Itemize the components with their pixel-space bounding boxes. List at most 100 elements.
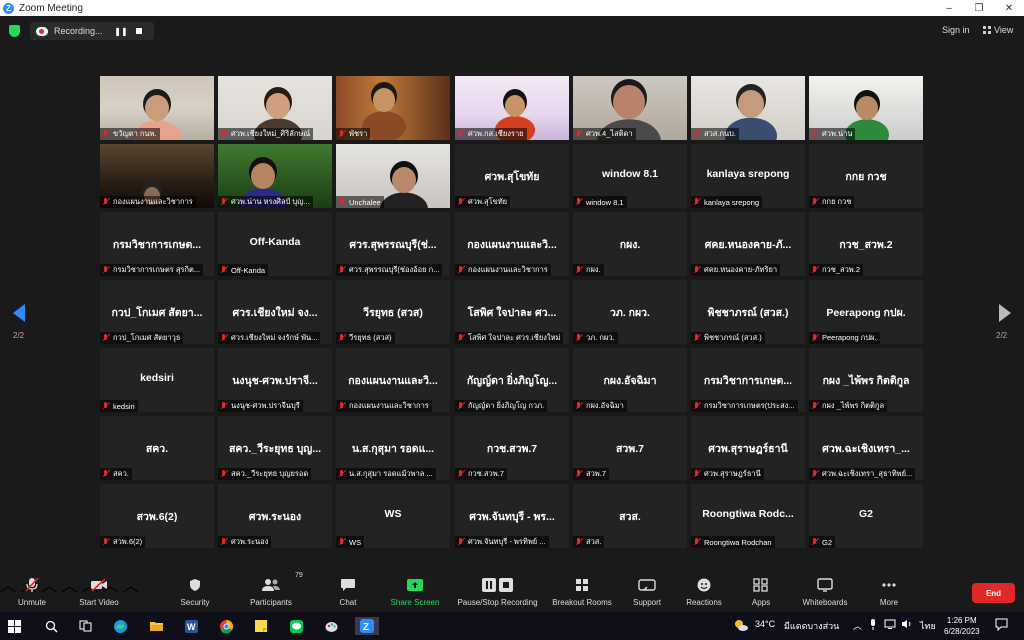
pause-recording-button[interactable]: ❚❚ xyxy=(112,27,130,36)
word-icon[interactable]: W xyxy=(182,617,200,635)
taskbar-clock[interactable]: 1:26 PM 6/28/2023 xyxy=(944,615,980,637)
participant-tile[interactable]: ศวพ.ฉะเชิงเทรา_... ศวพ.ฉะเชิงเทรา_สุธาทิพ… xyxy=(809,416,923,480)
weather-icon[interactable] xyxy=(733,618,749,634)
search-icon[interactable] xyxy=(42,617,60,635)
participant-tile[interactable]: วภ. กผว. วภ. กผว. xyxy=(573,280,687,344)
task-view-icon[interactable] xyxy=(76,617,94,635)
participant-tile[interactable]: นงนุช-ศวพ.ปราจี... นงนุช-ศวพ.ปราจีนบุรี xyxy=(218,348,332,412)
microphone-tray-icon[interactable] xyxy=(869,619,877,632)
restore-button[interactable]: ❐ xyxy=(964,0,994,16)
muted-mic-icon xyxy=(575,470,583,478)
participant-tile[interactable]: ศวพ.น่าน xyxy=(809,76,923,140)
participant-tile[interactable]: กองแผนงานและวิ... กองแผนงานและวิชาการ xyxy=(336,348,450,412)
security-button[interactable]: Security xyxy=(176,576,214,610)
participant-tile[interactable]: ศวพ.สุราษฎร์ธานี ศวพ.สุราษฎร์ธานี xyxy=(691,416,805,480)
view-button[interactable]: View xyxy=(983,25,1013,35)
participant-tile[interactable]: กวป_โกเมศ สัตยา... กวป_โกเมศ สัตยาวุธ xyxy=(100,280,214,344)
participant-tile[interactable]: กกย กวช กกย กวช xyxy=(809,144,923,208)
participant-tile[interactable]: สคว. สคว. xyxy=(100,416,214,480)
participant-name-label: กัญญ์ดา ยิ่งภิญโญ กวภ. xyxy=(455,400,548,412)
participant-tile[interactable]: window 8.1 window 8.1 xyxy=(573,144,687,208)
participant-tile[interactable]: Peerapong กปผ. Peerapong กปผ. xyxy=(809,280,923,344)
unmute-button[interactable]: Unmute xyxy=(12,576,52,610)
participant-tile[interactable]: ศวพ.ระนอง ศวพ.ระนอง xyxy=(218,484,332,548)
windows-start-icon[interactable] xyxy=(8,620,21,633)
participant-name-label: WS xyxy=(336,536,365,548)
participant-tile[interactable]: กรมวิชาการเกษต... กรมวิชาการเกษตร(ประสง..… xyxy=(691,348,805,412)
chat-button[interactable]: Chat xyxy=(333,576,363,610)
participant-tile[interactable]: ศวร.เชียงใหม่ จง... ศวร.เชียงใหม่ จงรักษ์… xyxy=(218,280,332,344)
end-meeting-button[interactable]: End xyxy=(972,583,1015,603)
participant-tile[interactable]: Unchalee xyxy=(336,144,450,208)
reactions-button[interactable]: Reactions xyxy=(684,576,724,610)
stop-recording-button[interactable] xyxy=(136,28,142,34)
pause-stop-recording-button[interactable]: Pause/Stop Recording xyxy=(455,576,540,610)
apps-button[interactable]: Apps xyxy=(747,576,775,610)
notification-icon[interactable] xyxy=(995,618,1008,633)
participant-tile[interactable]: Roongtiwa Rodc... Roongtiwa Rodchan xyxy=(691,484,805,548)
breakout-rooms-button[interactable]: Breakout Rooms xyxy=(551,576,613,610)
previous-page-arrow-icon[interactable] xyxy=(13,304,25,322)
whiteboards-button[interactable]: Whiteboards xyxy=(798,576,852,610)
participant-tile[interactable]: Off-Kanda Off-Kanda xyxy=(218,212,332,276)
participant-tile[interactable]: สวพ.7 สวพ.7 xyxy=(573,416,687,480)
chrome-icon[interactable] xyxy=(217,617,235,635)
participant-tile[interactable]: ศวพ.4_ไสติดา xyxy=(573,76,687,140)
participant-display-name: ศวพ.สุโขทัย xyxy=(484,171,540,183)
participant-tile[interactable]: ศวพ.สุโขทัย ศวพ.สุโขทัย xyxy=(455,144,569,208)
participant-tile[interactable]: ศคย.หนองคาย-ภั... ศคย.หนองคาย-ภัทริยา xyxy=(691,212,805,276)
participant-tile[interactable]: โสพิศ ใจปาละ ศว... โสพิศ ใจปาละ ศวร.เชียง… xyxy=(455,280,569,344)
network-tray-icon[interactable] xyxy=(884,619,896,631)
participant-tile[interactable]: kedsiri kedsiri xyxy=(100,348,214,412)
close-button[interactable]: ✕ xyxy=(994,0,1024,16)
zoom-taskbar-icon[interactable]: Z xyxy=(355,617,379,635)
participant-tile[interactable]: กัญญ์ดา ยิ่งภิญโญ... กัญญ์ดา ยิ่งภิญโญ กว… xyxy=(455,348,569,412)
start-video-button[interactable]: Start Video xyxy=(74,576,124,610)
line-app-icon[interactable] xyxy=(287,617,305,635)
participant-tile[interactable]: WS WS xyxy=(336,484,450,548)
participant-tile[interactable]: พิชชาภรณ์ (สวส.) พิชชาภรณ์ (สวส.) xyxy=(691,280,805,344)
participant-tile[interactable]: สคว._วีระยุทธ บุญ... สคว._วีระยุทธ บุญยรอ… xyxy=(218,416,332,480)
participant-tile[interactable]: สวส.กนบ. xyxy=(691,76,805,140)
sign-in-link[interactable]: Sign in xyxy=(942,25,970,35)
volume-tray-icon[interactable] xyxy=(901,619,913,631)
whiteboards-chevron-icon[interactable]: ︿ xyxy=(123,578,139,595)
participant-tile[interactable]: ศวร.สุพรรณบุรี(ช่... ศวร.สุพรรณบุรี(ช่องอ… xyxy=(336,212,450,276)
weather-description[interactable]: มีแดดบางส่วน xyxy=(784,619,839,633)
more-button[interactable]: More xyxy=(874,576,904,610)
muted-mic-icon xyxy=(457,334,465,342)
participant-tile[interactable]: ขวัญตา กนพ. xyxy=(100,76,214,140)
participant-tile[interactable]: กองแผนงานและวิ... กองแผนงานและวิชาการ xyxy=(455,212,569,276)
participant-tile[interactable]: กองแผนงานและวิชาการ xyxy=(100,144,214,208)
encryption-shield-icon[interactable] xyxy=(9,25,20,37)
minimize-button[interactable]: – xyxy=(934,0,964,16)
edge-browser-icon[interactable] xyxy=(111,617,129,635)
input-language[interactable]: ไทย xyxy=(920,619,936,633)
participants-button[interactable]: 79 Participants xyxy=(246,572,303,610)
participant-tile[interactable]: กผง _ไพ้พร กิตติกูล กผง _ไพ้พร กิตติกูล xyxy=(809,348,923,412)
weather-temperature[interactable]: 34°C xyxy=(755,619,775,629)
file-explorer-icon[interactable] xyxy=(147,617,165,635)
participant-tile[interactable]: ศวพ.กส.เชียงราย xyxy=(455,76,569,140)
participant-tile[interactable]: กวช_สวพ.2 กวช_สวพ.2 xyxy=(809,212,923,276)
participant-tile[interactable]: พัชรา xyxy=(336,76,450,140)
participant-tile[interactable]: สวพ.6(2) สวพ.6(2) xyxy=(100,484,214,548)
participant-tile[interactable]: สวส. สวส. xyxy=(573,484,687,548)
participant-tile[interactable]: กผง. กผง. xyxy=(573,212,687,276)
participant-tile[interactable]: วีรยุทธ (สวส) วีรยุทธ (สวส) xyxy=(336,280,450,344)
participant-tile[interactable]: ศวพ.เชียงใหม่_ศิริลักษณ์ xyxy=(218,76,332,140)
participant-tile[interactable]: G2 G2 xyxy=(809,484,923,548)
participant-tile[interactable]: ศวพ.น่าน หรงศิลป์ บุญ... xyxy=(218,144,332,208)
participant-tile[interactable]: ศวพ.จันทบุรี - พร... ศวพ.จันทบุรี - พรทิพ… xyxy=(455,484,569,548)
participant-tile[interactable]: น.ส.กุสุมา รอดแ... น.ส.กุสุมา รอดแม้วพาล … xyxy=(336,416,450,480)
participant-tile[interactable]: กวช.สวพ.7 กวช.สวพ.7 xyxy=(455,416,569,480)
participant-tile[interactable]: กรมวิชาการเกษต... กรมวิชาการเกษตร สุรกิต.… xyxy=(100,212,214,276)
participant-tile[interactable]: kanlaya srepong kanlaya srepong xyxy=(691,144,805,208)
tray-overflow-chevron-icon[interactable]: ︿ xyxy=(853,619,862,632)
next-page-arrow-icon[interactable] xyxy=(999,304,1011,322)
paint-app-icon[interactable] xyxy=(322,617,340,635)
support-button[interactable]: Support xyxy=(629,576,665,610)
participant-tile[interactable]: กผง.อัจฉิมา กผง.อัจฉิมา xyxy=(573,348,687,412)
sticky-notes-icon[interactable] xyxy=(252,617,270,635)
share-screen-button[interactable]: Share Screen xyxy=(388,576,442,610)
